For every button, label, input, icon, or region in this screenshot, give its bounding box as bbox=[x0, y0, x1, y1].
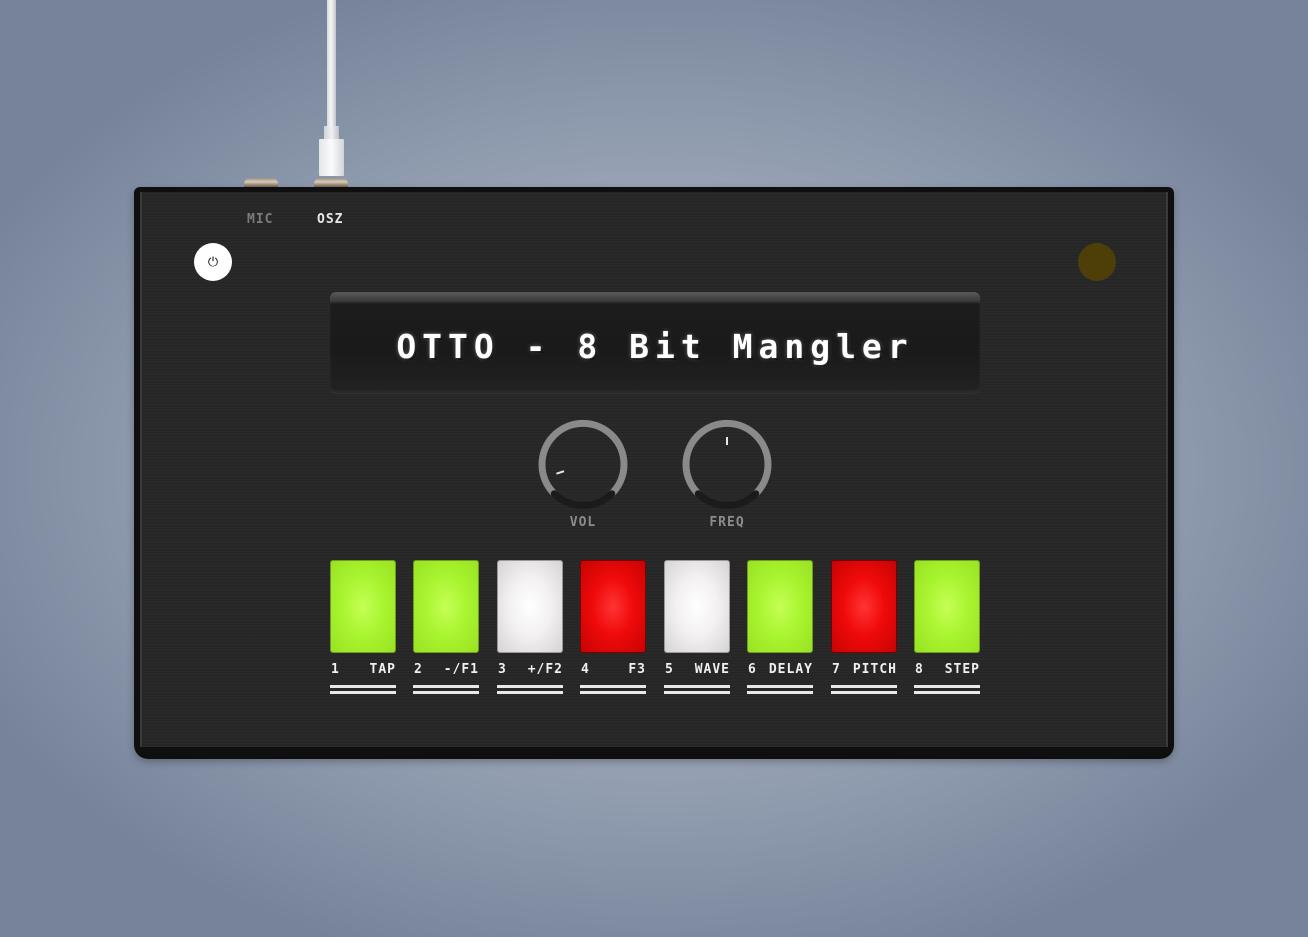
pad-number: 2 bbox=[414, 662, 423, 677]
pad-number: 4 bbox=[581, 662, 590, 677]
pad-name: STEP bbox=[944, 662, 980, 677]
pad-number: 5 bbox=[665, 662, 674, 677]
pad-5-underline bbox=[664, 685, 730, 694]
device-faceplate: MIC OSZ ⏻ OTTO - 8 Bit Mangler VOL FREQ bbox=[140, 192, 1168, 747]
pad-number: 8 bbox=[915, 662, 924, 677]
pad-number: 1 bbox=[331, 662, 340, 677]
pad-7[interactable] bbox=[831, 560, 897, 653]
pad-name: F3 bbox=[628, 662, 646, 677]
pad-3-underline bbox=[497, 685, 563, 694]
pad-6[interactable] bbox=[747, 560, 813, 653]
pad-7-underline bbox=[831, 685, 897, 694]
pad-name: +/F2 bbox=[527, 662, 563, 677]
power-button[interactable]: ⏻ bbox=[194, 243, 232, 281]
pad-6-underline bbox=[747, 685, 813, 694]
mic-port-label: MIC bbox=[247, 212, 274, 227]
pad-8-underline bbox=[914, 685, 980, 694]
cable-plug-neck bbox=[324, 126, 339, 140]
audio-cable bbox=[327, 0, 336, 128]
freq-knob[interactable] bbox=[679, 417, 775, 513]
pad-4[interactable] bbox=[580, 560, 646, 653]
otto-device: MIC OSZ ⏻ OTTO - 8 Bit Mangler VOL FREQ bbox=[134, 187, 1174, 759]
pad-4-underline bbox=[580, 685, 646, 694]
pad-5[interactable] bbox=[664, 560, 730, 653]
pad-name: TAP bbox=[369, 662, 396, 677]
vol-knob-label: VOL bbox=[569, 515, 597, 530]
pad-number: 3 bbox=[498, 662, 507, 677]
pad-name: WAVE bbox=[694, 662, 730, 677]
pad-3[interactable] bbox=[497, 560, 563, 653]
pad-8[interactable] bbox=[914, 560, 980, 653]
vol-knob[interactable] bbox=[535, 417, 631, 513]
pad-2[interactable] bbox=[413, 560, 479, 653]
pad-number: 7 bbox=[832, 662, 841, 677]
pad-2-underline bbox=[413, 685, 479, 694]
pad-name: -/F1 bbox=[443, 662, 479, 677]
pad-1-underline bbox=[330, 685, 396, 694]
cable-plug[interactable] bbox=[319, 139, 344, 176]
power-icon: ⏻ bbox=[207, 254, 219, 270]
lcd-display: OTTO - 8 Bit Mangler bbox=[330, 292, 980, 393]
pad-number: 6 bbox=[748, 662, 757, 677]
status-led bbox=[1078, 243, 1116, 281]
osz-port-label: OSZ bbox=[317, 212, 344, 227]
display-text: OTTO - 8 Bit Mangler bbox=[396, 327, 914, 366]
pad-name: DELAY bbox=[768, 662, 813, 677]
vol-knob-pointer bbox=[556, 470, 565, 475]
pad-1[interactable] bbox=[330, 560, 396, 653]
freq-knob-label: FREQ bbox=[709, 515, 745, 530]
pad-name: PITCH bbox=[852, 662, 897, 677]
